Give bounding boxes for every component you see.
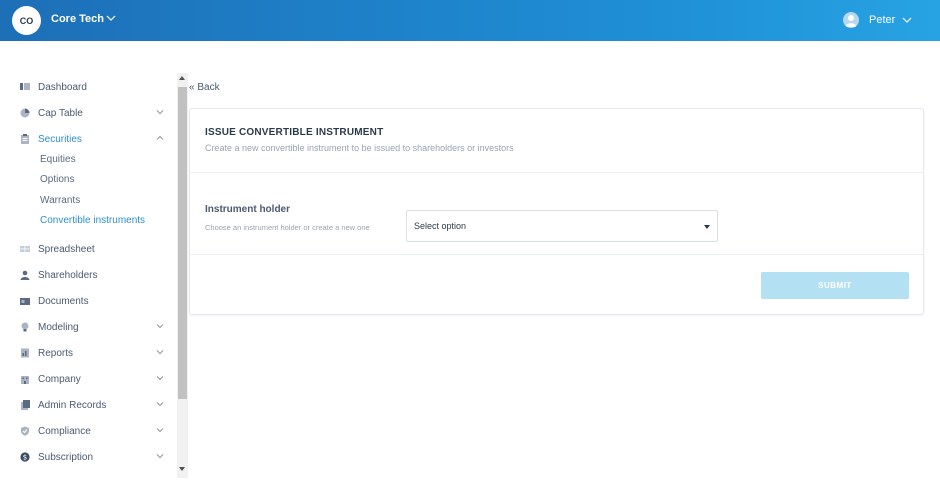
instrument-holder-select[interactable]: Select option <box>406 210 718 242</box>
sidebar-item-label: Dashboard <box>38 81 87 93</box>
scroll-down-arrow-icon[interactable] <box>179 467 185 471</box>
sidebar-item-admin-records[interactable]: Admin Records <box>20 397 170 413</box>
building-icon <box>20 374 30 384</box>
chevron-up-icon <box>156 135 164 140</box>
sidebar-subitem-convertible-instruments[interactable]: Convertible instruments <box>40 215 145 226</box>
scroll-up-arrow-icon[interactable] <box>179 76 185 80</box>
user-avatar[interactable] <box>843 12 859 28</box>
sidebar-item-securities[interactable]: Securities <box>20 131 170 147</box>
chevron-down-icon <box>156 454 164 459</box>
sidebar-item-modeling[interactable]: Modeling <box>20 319 170 335</box>
divider <box>190 172 923 173</box>
sidebar-scroll-thumb[interactable] <box>178 87 187 399</box>
double-chevron-left-icon: « <box>189 82 195 93</box>
lightbulb-icon <box>20 322 30 332</box>
shield-check-icon <box>20 426 30 436</box>
report-icon <box>20 348 30 358</box>
sidebar-item-label: Subscription <box>38 451 94 463</box>
sidebar-item-label: Admin Records <box>38 399 107 411</box>
sidebar-item-reports[interactable]: Reports <box>20 345 170 361</box>
sidebar-item-documents[interactable]: Documents <box>20 293 170 309</box>
submit-button[interactable]: SUBMIT <box>761 272 909 299</box>
sidebar-item-label: Shareholders <box>38 269 98 281</box>
issue-instrument-card: ISSUE CONVERTIBLE INSTRUMENT Create a ne… <box>189 108 924 315</box>
sidebar-subitem-options[interactable]: Options <box>40 174 74 185</box>
top-header: CO Core Tech Peter <box>0 0 940 41</box>
sidebar-item-compliance[interactable]: Compliance <box>20 423 170 439</box>
folder-icon <box>20 296 30 306</box>
sidebar-item-cap-table[interactable]: Cap Table <box>20 105 170 121</box>
sidebar: Dashboard Cap Table Securities Equities … <box>0 73 176 481</box>
chevron-down-icon <box>156 376 164 381</box>
chevron-down-icon <box>156 110 164 115</box>
sidebar-item-company[interactable]: Company <box>20 371 170 387</box>
back-link[interactable]: « Back <box>189 82 220 93</box>
chevron-down-icon <box>156 324 164 329</box>
sidebar-item-shareholders[interactable]: Shareholders <box>20 267 170 283</box>
sidebar-item-label: Cap Table <box>38 107 83 119</box>
back-label: Back <box>197 82 220 93</box>
select-value: Select option <box>414 221 467 231</box>
user-icon <box>845 15 857 27</box>
chevron-down-icon <box>156 428 164 433</box>
sidebar-item-label: Company <box>38 373 81 385</box>
sidebar-item-label: Modeling <box>38 321 79 333</box>
sidebar-subitem-warrants[interactable]: Warrants <box>40 195 80 206</box>
caret-down-icon <box>704 225 710 229</box>
person-icon <box>20 270 30 280</box>
divider <box>190 254 923 255</box>
sidebar-item-label: Compliance <box>38 425 91 437</box>
sidebar-item-label: Documents <box>38 295 89 307</box>
chevron-down-icon[interactable] <box>106 13 116 23</box>
sidebar-subitem-equities[interactable]: Equities <box>40 154 76 165</box>
card-title: ISSUE CONVERTIBLE INSTRUMENT <box>205 127 384 138</box>
card-subtitle: Create a new convertible instrument to b… <box>205 143 514 153</box>
chevron-down-icon <box>156 402 164 407</box>
pie-chart-icon <box>20 108 30 118</box>
sidebar-item-label: Reports <box>38 347 74 359</box>
dashboard-icon <box>20 82 30 92</box>
svg-text:$: $ <box>23 454 27 462</box>
user-name[interactable]: Peter <box>869 14 895 26</box>
instrument-holder-label: Instrument holder <box>205 204 291 215</box>
clipboard-icon <box>20 134 30 144</box>
chevron-down-icon[interactable] <box>902 15 912 25</box>
sidebar-item-subscription[interactable]: $ Subscription <box>20 449 170 465</box>
sidebar-item-dashboard[interactable]: Dashboard <box>20 79 170 95</box>
org-avatar[interactable]: CO <box>12 6 41 35</box>
spreadsheet-icon <box>20 244 30 254</box>
chevron-down-icon <box>156 350 164 355</box>
sidebar-item-spreadsheet[interactable]: Spreadsheet <box>20 241 170 257</box>
admin-records-icon <box>20 400 30 410</box>
sidebar-item-label: Securities <box>38 133 82 145</box>
sidebar-item-label: Spreadsheet <box>38 243 95 255</box>
dollar-icon: $ <box>20 452 30 462</box>
instrument-holder-help: Choose an instrument holder or create a … <box>205 223 370 232</box>
org-name[interactable]: Core Tech <box>51 13 104 25</box>
